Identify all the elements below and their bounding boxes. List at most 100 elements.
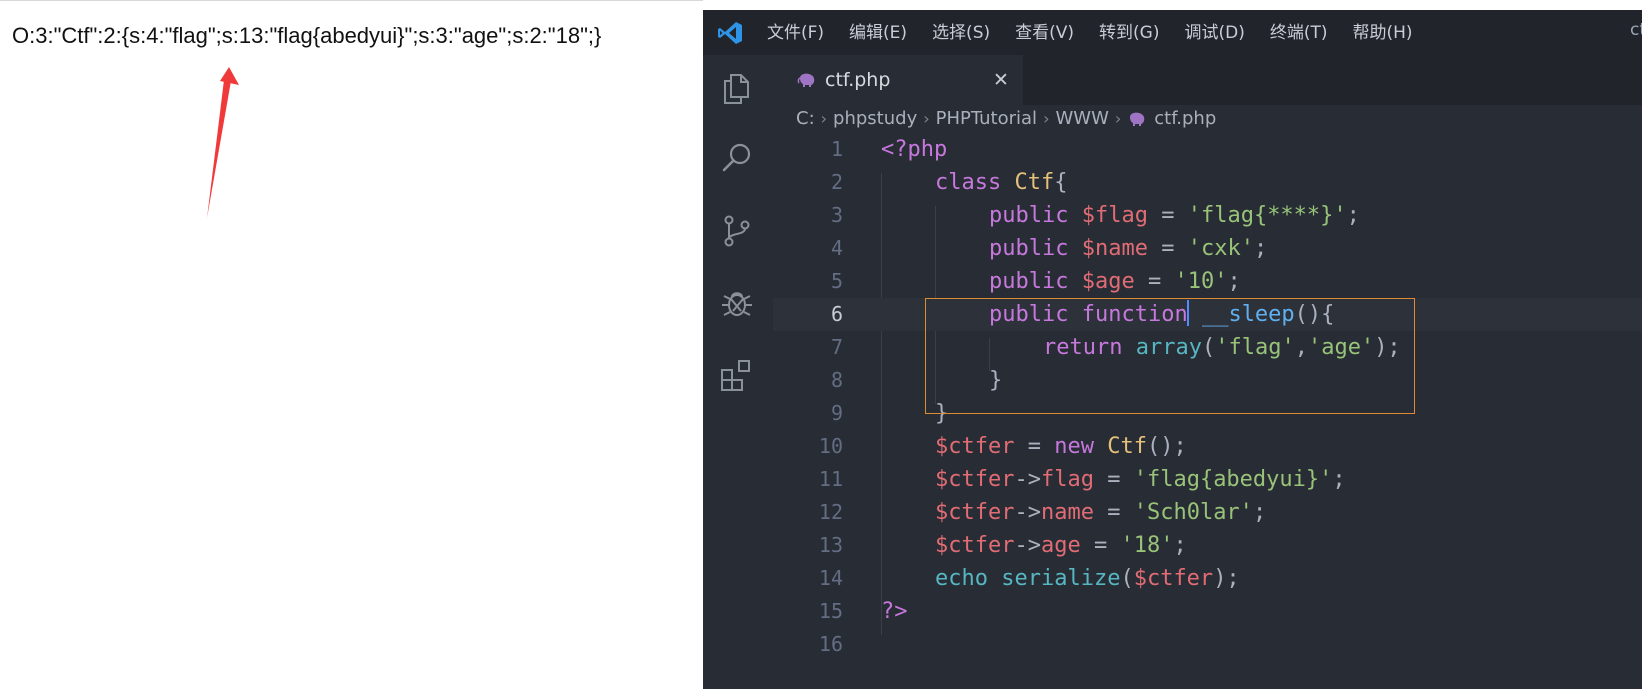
- variable: $ctfer: [935, 533, 1015, 558]
- variable: $age: [1081, 269, 1135, 294]
- string-literal: 'flag{abedyui}': [1133, 467, 1333, 492]
- vscode-window: 文件(F) 编辑(E) 选择(S) 查看(V) 转到(G) 调试(D) 终端(T…: [703, 0, 1642, 689]
- semicolon: ;: [1252, 500, 1267, 525]
- variable: $flag: [1081, 203, 1148, 228]
- code-line-2: 2 class Ctf{: [773, 166, 1642, 199]
- source-control-icon[interactable]: [719, 213, 755, 249]
- variable: $name: [1081, 236, 1148, 261]
- breadcrumb-phptutorial[interactable]: PHPTutorial: [936, 108, 1037, 129]
- window-title: ct: [1629, 20, 1642, 40]
- explorer-icon[interactable]: [719, 71, 755, 107]
- php-open-tag: <?php: [881, 137, 948, 162]
- variable: $ctfer: [935, 467, 1015, 492]
- code-line-15: 15 ?>: [773, 595, 1642, 628]
- string-literal: 'Sch0lar': [1133, 500, 1253, 525]
- breadcrumb-file[interactable]: ctf.php: [1154, 108, 1216, 129]
- code-line-10: 10 $ctfer = new Ctf();: [773, 430, 1642, 463]
- chevron-right-icon: ›: [1043, 109, 1050, 128]
- operator: =: [1161, 203, 1175, 228]
- tab-bar: ctf.php ✕: [773, 55, 1642, 105]
- menu-debug[interactable]: 调试(D): [1184, 20, 1244, 46]
- code-line-11: 11 $ctfer->flag = 'flag{abedyui}';: [773, 463, 1642, 496]
- code-line-12: 12 $ctfer->name = 'Sch0lar';: [773, 496, 1642, 529]
- operator: =: [1161, 236, 1175, 261]
- line-number: 13: [818, 533, 843, 557]
- variable: $ctfer: [935, 500, 1015, 525]
- title-bar: 文件(F) 编辑(E) 选择(S) 查看(V) 转到(G) 调试(D) 终端(T…: [703, 0, 1642, 55]
- tab-close-icon[interactable]: ✕: [993, 69, 1009, 91]
- line-number: 12: [818, 500, 843, 524]
- annotation-highlight-box: [925, 298, 1415, 414]
- property: age: [1040, 533, 1081, 558]
- php-file-icon: [797, 73, 815, 87]
- vscode-logo-icon: [718, 22, 742, 44]
- code-line-5: 5 public $age = '10';: [773, 265, 1642, 298]
- string-literal: 'cxk': [1187, 236, 1254, 261]
- code-editor[interactable]: 1 <?php 2 class Ctf { 3 public $flag = 'flag…: [773, 137, 1642, 689]
- menu-selection[interactable]: 选择(S): [932, 20, 990, 46]
- chevron-right-icon: ›: [1114, 109, 1122, 128]
- activity-bar: [703, 55, 773, 689]
- keyword: new: [1054, 434, 1094, 459]
- debug-icon[interactable]: [719, 285, 755, 321]
- brace: {: [1054, 170, 1068, 195]
- operator: =: [1107, 500, 1121, 525]
- keyword: public: [989, 203, 1069, 228]
- property: flag: [1040, 467, 1094, 492]
- semicolon: ;: [1346, 203, 1360, 228]
- code-line-4: 4 public $name = 'cxk';: [773, 232, 1642, 265]
- menu-terminal[interactable]: 终端(T): [1270, 20, 1328, 46]
- paren: );: [1213, 566, 1240, 591]
- line-number: 16: [818, 632, 843, 656]
- line-number: 5: [830, 269, 843, 293]
- extensions-icon[interactable]: [719, 357, 755, 393]
- tab-ctf-php[interactable]: ctf.php ✕: [773, 55, 1023, 105]
- operator: =: [1147, 269, 1162, 294]
- variable: $ctfer: [1133, 566, 1214, 591]
- paren: (: [1120, 566, 1134, 591]
- arrow-operator: ->: [1014, 500, 1041, 525]
- line-number: 14: [818, 566, 843, 590]
- menu-edit[interactable]: 编辑(E): [849, 20, 907, 46]
- menu-go[interactable]: 转到(G): [1099, 20, 1159, 46]
- semicolon: ;: [1253, 236, 1268, 261]
- operator: =: [1093, 533, 1108, 558]
- operator: =: [1107, 467, 1121, 492]
- line-number: 15: [818, 599, 843, 623]
- semicolon: ;: [1227, 269, 1241, 294]
- line-number: 1: [830, 137, 843, 161]
- menu-file[interactable]: 文件(F): [767, 20, 824, 46]
- class-name: Ctf: [1107, 434, 1147, 459]
- tab-label: ctf.php: [825, 69, 891, 91]
- breadcrumb-phpstudy[interactable]: phpstudy: [833, 108, 917, 129]
- menu-view[interactable]: 查看(V): [1015, 20, 1074, 46]
- keyword: echo: [935, 566, 988, 591]
- keyword: class: [935, 170, 1002, 195]
- menu-help[interactable]: 帮助(H): [1353, 20, 1413, 46]
- line-number: 11: [818, 467, 843, 491]
- variable: $ctfer: [935, 434, 1015, 459]
- line-number: 7: [830, 335, 843, 359]
- code-line-13: 13 $ctfer->age = '18';: [773, 529, 1642, 562]
- arrow-operator: ->: [1014, 467, 1041, 492]
- line-number: 3: [830, 203, 843, 227]
- code-line-16: 16: [773, 628, 1642, 661]
- semicolon: ;: [1173, 533, 1187, 558]
- line-number: 2: [830, 170, 843, 194]
- code-line-14: 14 echo serialize($ctfer);: [773, 562, 1642, 595]
- search-icon[interactable]: [719, 140, 755, 176]
- menu-bar: 文件(F) 编辑(E) 选择(S) 查看(V) 转到(G) 调试(D) 终端(T…: [767, 20, 1438, 46]
- chevron-right-icon: ›: [820, 109, 828, 128]
- keyword: public: [989, 236, 1069, 261]
- breadcrumb-www[interactable]: WWW: [1055, 108, 1108, 129]
- keyword: public: [989, 269, 1069, 294]
- breadcrumb-drive[interactable]: C:: [796, 108, 815, 129]
- line-number: 9: [830, 401, 843, 425]
- line-number: 10: [818, 434, 843, 458]
- breadcrumb: C: › phpstudy › PHPTutorial › WWW › ctf.…: [796, 108, 1216, 129]
- string-literal: '10': [1174, 269, 1228, 294]
- paren: ();: [1146, 434, 1187, 459]
- string-literal: 'flag{****}': [1187, 203, 1347, 228]
- semicolon: ;: [1332, 467, 1346, 492]
- property: name: [1040, 500, 1094, 525]
